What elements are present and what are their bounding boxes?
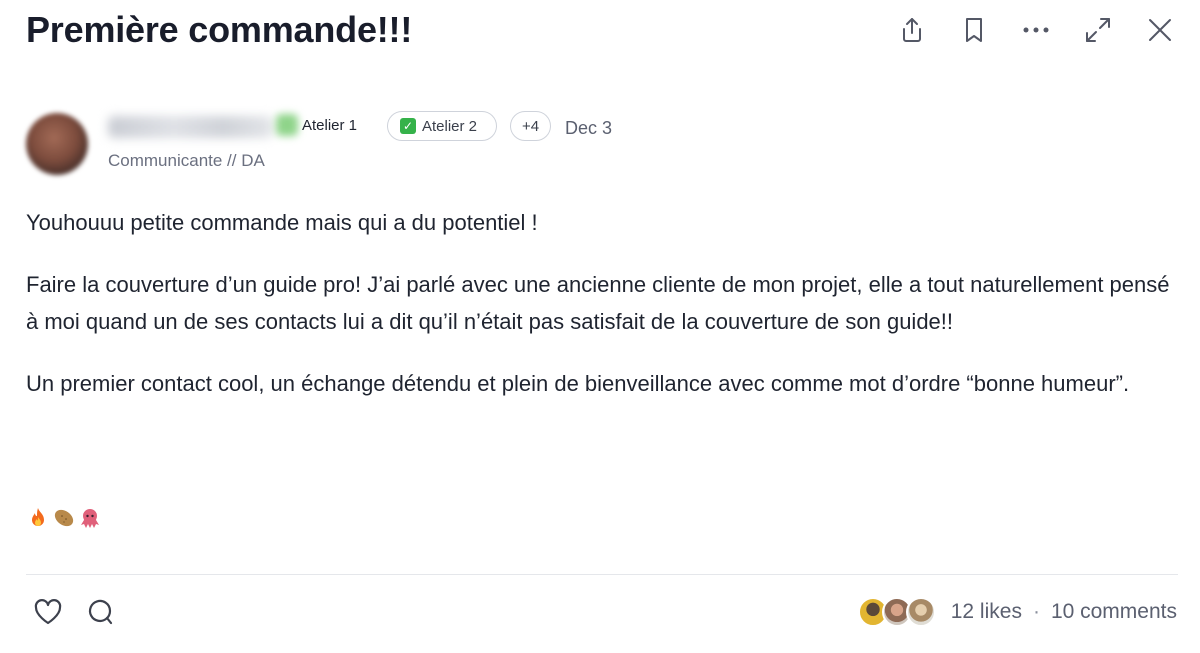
author-row: Atelier 1 ✓ Atelier 2 +4 Dec 3 Communica… [26,110,1176,180]
share-button[interactable] [894,12,930,48]
bookmark-button[interactable] [956,12,992,48]
post-paragraph: Youhouuu petite commande mais qui a du p… [26,210,538,235]
author-badge-redacted [276,114,298,136]
post-paragraph: Un premier contact cool, un échange déte… [26,371,1130,396]
post-paragraph: Faire la couverture d’un guide pro! J’ai… [26,272,1170,334]
badge-atelier-2[interactable]: ✓ Atelier 2 [387,111,497,141]
fire-emoji [32,508,44,526]
post-toolbar [894,12,1178,48]
badge-atelier-2-label: Atelier 2 [422,117,478,135]
stats-separator: · [1032,600,1040,623]
heart-icon [34,599,62,625]
post-date: Dec 3 [565,118,613,138]
footer-divider [26,574,1178,575]
author-avatar[interactable] [26,113,88,175]
liker-avatars[interactable] [857,597,936,627]
emoji-row [26,506,102,530]
more-badges-label: +4 [521,117,540,135]
more-badges-pill[interactable]: +4 [510,111,551,141]
octopus-emoji [81,509,99,528]
bookmark-icon [966,18,982,42]
share-icon [903,18,921,42]
liker-avatar [905,597,936,627]
expand-icon [1086,18,1110,42]
close-icon [1149,19,1171,41]
author-name-redacted[interactable] [108,116,273,138]
like-button[interactable] [32,596,64,628]
comment-icon [88,599,113,625]
more-icon [1023,27,1049,33]
author-role: Communicante // DA [108,151,265,170]
badge-atelier-1[interactable]: Atelier 1 [302,116,357,136]
close-button[interactable] [1142,12,1178,48]
expand-button[interactable] [1080,12,1116,48]
more-options-button[interactable] [1018,12,1054,48]
comments-count[interactable]: 10 comments [1051,600,1177,624]
post-title: Première commande!!! [26,9,413,50]
comment-button[interactable] [84,596,116,628]
post-body: Youhouuu petite commande mais qui a du p… [26,204,1176,427]
potato-emoji [54,509,74,527]
post-actions [32,596,116,628]
likes-count[interactable]: 12 likes [951,600,1022,624]
post-stats: 12 likes · 10 comments [857,595,1177,629]
check-mark-icon: ✓ [400,118,416,134]
